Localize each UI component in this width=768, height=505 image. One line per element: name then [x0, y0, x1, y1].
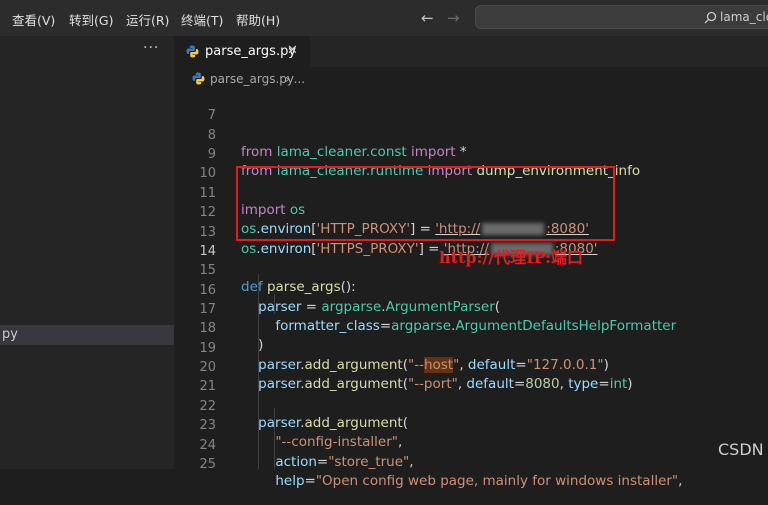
code-line-22: 22 parser.add_argument( [174, 383, 768, 431]
menu-terminal[interactable]: 终端(T) [181, 10, 223, 29]
code-line-25: 25 help="Open config web page, mainly fo… [174, 441, 768, 489]
menu-help[interactable]: 帮助(H) [236, 10, 280, 29]
python-file-icon [192, 72, 205, 85]
search-text: lama_clea [720, 10, 768, 24]
highlight-box [236, 166, 615, 241]
code-line-18: 18 ) [174, 305, 768, 353]
tab-label: parse_args.py [205, 44, 297, 59]
close-icon[interactable]: ✕ [287, 43, 298, 58]
code-editor[interactable]: 7 8 from lama_cleaner.const import * 9 f… [174, 88, 768, 489]
code-line-20: 20 parser.add_argument("--port", default… [174, 344, 768, 392]
search-icon [704, 11, 717, 24]
proxy-annotation: http://代理IP:端口 [439, 248, 584, 267]
sidebar-selected-file[interactable] [0, 325, 174, 345]
code-line-16: 16 parser = argparse.ArgumentParser( [174, 267, 768, 315]
more-actions-icon[interactable]: ··· [143, 40, 159, 56]
watermark: CSDN [718, 440, 764, 459]
code-line-24: 24 action="store_true", [174, 422, 768, 470]
code-line-9: 9 from lama_cleaner.runtime import dump_… [174, 131, 768, 179]
code-line-7: 7 [174, 92, 768, 123]
breadcrumb-file[interactable]: parse_args.py [210, 72, 294, 86]
code-line-21: 21 [174, 363, 768, 394]
menu-view[interactable]: 查看(V) [12, 10, 55, 29]
line-number: 25 [199, 457, 216, 472]
sidebar-file-label: py [2, 327, 18, 342]
back-arrow-icon[interactable]: ← [421, 9, 434, 27]
sidebar [0, 36, 174, 469]
menu-go[interactable]: 转到(G) [69, 10, 113, 29]
code-line-8: 8 from lama_cleaner.const import * [174, 112, 768, 160]
python-file-icon [186, 45, 199, 58]
code-line-17: 17 formatter_class=argparse.ArgumentDefa… [174, 286, 768, 334]
code-line-19: 19 parser.add_argument("--host", default… [174, 325, 768, 373]
breadcrumb-more[interactable]: › ... [285, 72, 305, 86]
code-line-23: 23 "--config-installer", [174, 402, 768, 450]
menu-run[interactable]: 运行(R) [126, 10, 169, 29]
forward-arrow-icon[interactable]: → [447, 9, 460, 27]
